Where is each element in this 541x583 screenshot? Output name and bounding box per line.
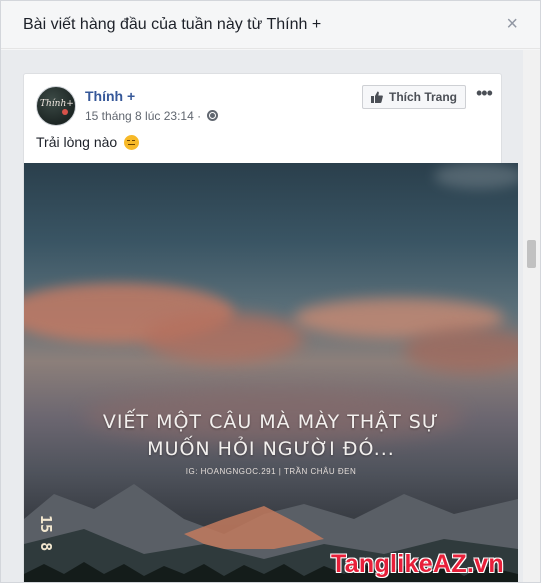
post-text: Trải lòng nào [36,134,140,150]
thumbs-up-icon [371,91,383,103]
cloud [404,328,518,373]
scrollbar-thumb[interactable] [527,240,536,268]
image-quote: VIẾT MỘT CÂU MÀ MÀY THẬT SỰ MUỐN HỎI NGƯ… [24,409,518,463]
cloud [434,163,518,189]
close-button[interactable]: × [506,14,518,34]
dialog-content: Thính+ Thính + 15 tháng 8 lúc 23:14 · Th… [1,50,540,582]
post-timestamp[interactable]: 15 tháng 8 lúc 23:14 · [85,109,201,123]
like-page-label: Thích Trang [389,90,458,104]
page-name-link[interactable]: Thính + [85,88,135,104]
avatar-dot [62,109,68,115]
avatar-logo-text: Thính+ [40,99,74,109]
post-image[interactable]: VIẾT MỘT CÂU MÀ MÀY THẬT SỰ MUỐN HỎI NGƯ… [24,163,518,582]
image-credit: IG: HOANGNGOC.291 | TRẦN CHÂU ĐEN [185,467,357,476]
post-card: Thính+ Thính + 15 tháng 8 lúc 23:14 · Th… [23,73,518,582]
avatar[interactable]: Thính+ [36,86,76,126]
globe-icon [207,110,219,121]
cloud [144,313,304,363]
dialog-header: Bài viết hàng đầu của tuần này từ Thính … [1,1,540,49]
dialog: Bài viết hàng đầu của tuần này từ Thính … [0,0,541,583]
dialog-title: Bài viết hàng đầu của tuần này từ Thính … [23,16,322,33]
film-date-stamp: 15 8 [37,515,55,552]
watermark: TanglikeAZ.vn [331,550,504,578]
pensive-emoji-icon [124,135,140,150]
like-page-button[interactable]: Thích Trang [362,85,467,109]
more-options-button[interactable]: ••• [476,84,493,102]
scrollbar[interactable] [523,50,540,582]
quote-line: VIẾT MỘT CÂU MÀ MÀY THẬT SỰ [102,411,440,433]
quote-line: MUỐN HỎI NGƯỜI ĐÓ... [147,438,395,460]
post-message: Trải lòng nào [36,134,118,150]
post-meta: 15 tháng 8 lúc 23:14 · [85,109,219,123]
